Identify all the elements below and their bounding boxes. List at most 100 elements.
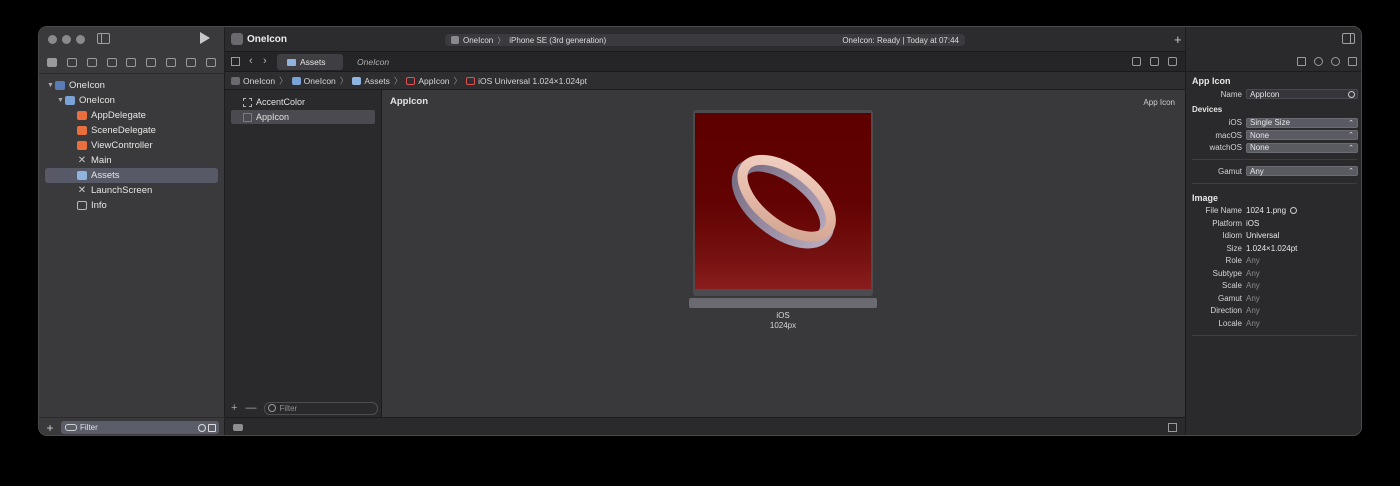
quick-help-icon[interactable] [1331, 57, 1340, 66]
scheme-status-bar: OneIcon 〉 iPhone SE (3rd generation) One… [445, 34, 965, 46]
popup-chevron-icon: ⌃ [1348, 132, 1354, 140]
icon-platform-label: iOS [776, 311, 790, 320]
breadcrumb-item[interactable]: OneIcon [243, 76, 275, 86]
prop-label: Scale [1221, 281, 1242, 291]
breadcrumb-separator-icon: 〉 [453, 75, 463, 86]
debug-navigator-icon[interactable] [166, 58, 177, 67]
gamut-popup[interactable]: Any ⌃ [1246, 166, 1358, 177]
prop-label: Size [1226, 243, 1242, 253]
scheme-icon [451, 36, 459, 44]
breadcrumb-item[interactable]: Assets [364, 76, 390, 86]
asset-item-label: AppIcon [256, 112, 290, 122]
folder-icon [65, 96, 75, 105]
prop-label: Locale [1218, 318, 1242, 328]
forward-chevron-icon[interactable]: › [263, 55, 267, 67]
app-icon-set-icon [466, 76, 476, 85]
breadcrumb-separator-icon: 〉 [339, 75, 349, 86]
divider [1192, 334, 1357, 336]
name-field[interactable]: AppIcon [1246, 89, 1358, 100]
storyboard-icon: ✕ [77, 155, 87, 166]
asset-item-appicon[interactable]: AppIcon [231, 110, 375, 124]
tree-item-info[interactable]: Info [39, 198, 224, 213]
tree-item-appdelegate[interactable]: AppDelegate [39, 108, 224, 123]
tree-item-launchscreen[interactable]: ✕ LaunchScreen [39, 183, 224, 198]
image-prop-role: Role Any [1186, 255, 1361, 268]
navigator-filter-input[interactable]: Filter [61, 421, 219, 434]
image-prop-size: Size 1.024×1.024pt [1186, 242, 1361, 255]
issue-navigator-icon[interactable] [126, 58, 137, 67]
prop-label: Role [1225, 256, 1242, 266]
tab-oneicon[interactable]: OneIcon [347, 54, 399, 70]
filter-icon [268, 404, 277, 412]
find-navigator-icon[interactable] [106, 58, 117, 67]
popup-value: None [1250, 130, 1270, 140]
macos-popup[interactable]: None ⌃ [1246, 130, 1358, 141]
asset-set-title: AppIcon [390, 96, 428, 107]
breakpoint-navigator-icon[interactable] [186, 58, 197, 67]
back-chevron-icon[interactable]: ‹ [249, 55, 253, 67]
reveal-icon[interactable] [1348, 91, 1355, 99]
popup-value: None [1250, 143, 1270, 153]
related-items-icon[interactable] [231, 57, 240, 66]
folder-icon [291, 76, 301, 85]
name-value: AppIcon [1250, 89, 1280, 99]
symbol-navigator-icon[interactable] [86, 58, 97, 67]
tab-assets[interactable]: Assets [277, 54, 343, 70]
tree-item-main[interactable]: ✕ Main [39, 153, 224, 168]
history-inspector-icon[interactable] [1314, 57, 1323, 66]
tree-item-viewcontroller[interactable]: ViewController [39, 138, 224, 153]
source-control-changes-icon[interactable] [1132, 57, 1141, 66]
add-asset-button[interactable]: + [231, 402, 237, 414]
ios-popup[interactable]: Single Size ⌃ [1246, 117, 1358, 128]
attributes-inspector-icon[interactable] [1348, 57, 1357, 66]
prop-label: Platform [1212, 218, 1242, 228]
popup-value: Single Size [1250, 118, 1291, 128]
test-navigator-icon[interactable] [146, 58, 157, 67]
report-navigator-icon[interactable] [205, 58, 216, 67]
editor-options-icon[interactable] [1150, 57, 1159, 66]
disclosure-icon[interactable]: ▼ [57, 97, 65, 104]
add-library-button[interactable]: + [1174, 32, 1182, 47]
asset-filter-input[interactable]: Filter [264, 401, 379, 415]
tree-item-project[interactable]: ▼ OneIcon [39, 78, 224, 93]
show-outline-icon[interactable] [233, 424, 243, 431]
project-navigator-icon[interactable] [46, 58, 57, 67]
image-prop-idiom: Idiom Universal [1186, 230, 1361, 243]
prop-label: Direction [1210, 306, 1242, 316]
show-inspector-icon[interactable] [1168, 423, 1177, 432]
icon-well[interactable] [693, 110, 873, 296]
breadcrumb-item[interactable]: AppIcon [418, 76, 449, 86]
remove-asset-button[interactable]: — [245, 402, 256, 414]
popup-chevron-icon: ⌃ [1348, 144, 1354, 152]
source-control-filter-icon[interactable] [208, 423, 216, 432]
zoom-window-button[interactable] [76, 35, 85, 44]
asset-item-accentcolor[interactable]: AccentColor [231, 95, 375, 109]
section-title-image: Image [1192, 192, 1219, 203]
disclosure-icon[interactable]: ▼ [47, 82, 55, 89]
device-selector[interactable]: iPhone SE (3rd generation) [509, 36, 606, 45]
scheme-selector[interactable]: OneIcon [463, 36, 493, 45]
image-prop-file-name: File Name 1024 1.png [1186, 205, 1361, 218]
file-inspector-icon[interactable] [1297, 57, 1306, 66]
watchos-popup[interactable]: None ⌃ [1246, 142, 1358, 153]
add-editor-icon[interactable] [1168, 57, 1177, 66]
prop-value: Any [1246, 256, 1260, 266]
tree-item-assets[interactable]: Assets [45, 168, 218, 183]
breadcrumb-item[interactable]: OneIcon [304, 76, 336, 86]
storyboard-icon: ✕ [77, 185, 87, 196]
recent-files-icon[interactable] [198, 423, 206, 432]
swift-file-icon [77, 111, 87, 120]
source-control-icon[interactable] [66, 58, 77, 67]
inspector-toggle-icon[interactable] [1342, 33, 1355, 44]
run-button[interactable] [200, 32, 210, 44]
filter-placeholder: Filter [279, 403, 298, 413]
tree-item-group[interactable]: ▼ OneIcon [39, 93, 224, 108]
filter-options-icon[interactable] [65, 424, 77, 431]
reveal-in-finder-icon[interactable] [1290, 207, 1298, 215]
minimize-window-button[interactable] [62, 35, 71, 44]
tree-item-scenedelegate[interactable]: SceneDelegate [39, 123, 224, 138]
add-file-button[interactable]: + [43, 421, 57, 435]
close-window-button[interactable] [48, 35, 57, 44]
breadcrumb-item[interactable]: iOS Universal 1.024×1.024pt [478, 76, 587, 86]
navigator-toggle-icon[interactable] [97, 33, 110, 44]
